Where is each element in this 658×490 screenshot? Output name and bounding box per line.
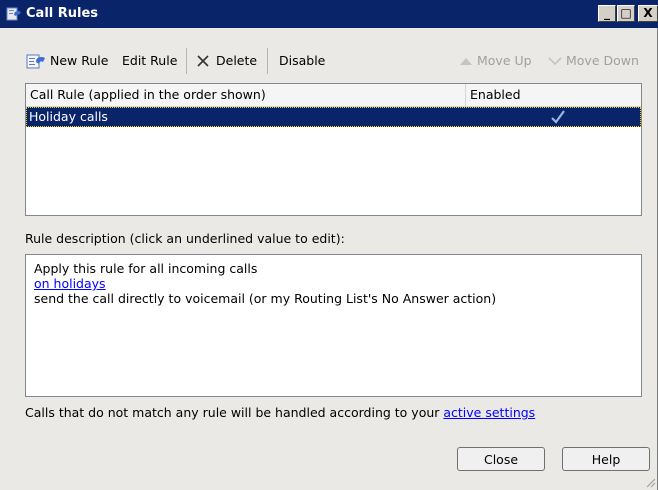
description-line: Apply this rule for all incoming calls <box>34 261 258 276</box>
minimize-button[interactable]: _ <box>598 5 616 22</box>
move-down-button[interactable]: Move Down <box>566 52 639 70</box>
description-line: send the call directly to voicemail (or … <box>34 291 497 306</box>
footer-text: Calls that do not match any rule will be… <box>25 405 444 420</box>
toolbar-separator <box>267 48 268 74</box>
rule-description-box: Apply this rule for all incoming calls o… <box>25 254 642 397</box>
column-header-enabled[interactable]: Enabled <box>466 84 641 106</box>
list-header: Call Rule (applied in the order shown) E… <box>26 84 641 107</box>
chevron-down-icon <box>548 57 562 66</box>
help-button[interactable]: Help <box>562 447 650 471</box>
close-button[interactable]: Close <box>457 447 545 471</box>
rule-description-label: Rule description (click an underlined va… <box>25 231 345 246</box>
list-item[interactable]: Holiday calls <box>26 107 641 127</box>
disable-button[interactable]: Disable <box>279 52 325 70</box>
rule-name: Holiday calls <box>29 109 108 124</box>
call-rules-window: Call Rules _ □ X New Rule Edit Rule Dele… <box>0 0 658 490</box>
triangle-up-icon <box>460 58 472 65</box>
phone-rules-icon <box>6 7 21 21</box>
move-up-button[interactable]: Move Up <box>477 52 532 70</box>
active-settings-link[interactable]: active settings <box>443 405 535 420</box>
window-title: Call Rules <box>26 6 99 21</box>
close-window-button[interactable]: X <box>638 5 658 22</box>
new-rule-button[interactable]: New Rule <box>50 52 108 70</box>
delete-button[interactable]: Delete <box>216 52 257 70</box>
toolbar-separator <box>186 48 187 74</box>
edit-rule-button[interactable]: Edit Rule <box>122 52 177 70</box>
delete-x-icon <box>197 55 209 67</box>
resize-grip-icon[interactable] <box>644 476 656 488</box>
column-header-call-rule[interactable]: Call Rule (applied in the order shown) <box>26 84 466 106</box>
new-rule-icon <box>26 54 45 69</box>
footer-note: Calls that do not match any rule will be… <box>25 405 535 420</box>
title-bar[interactable]: Call Rules _ □ X <box>0 0 658 28</box>
checkmark-icon[interactable] <box>549 108 567 126</box>
toolbar: New Rule Edit Rule Delete Disable Move U… <box>0 44 658 78</box>
maximize-button[interactable]: □ <box>617 5 635 22</box>
on-holidays-link[interactable]: on holidays <box>34 276 106 291</box>
call-rules-list[interactable]: Call Rule (applied in the order shown) E… <box>25 83 642 216</box>
